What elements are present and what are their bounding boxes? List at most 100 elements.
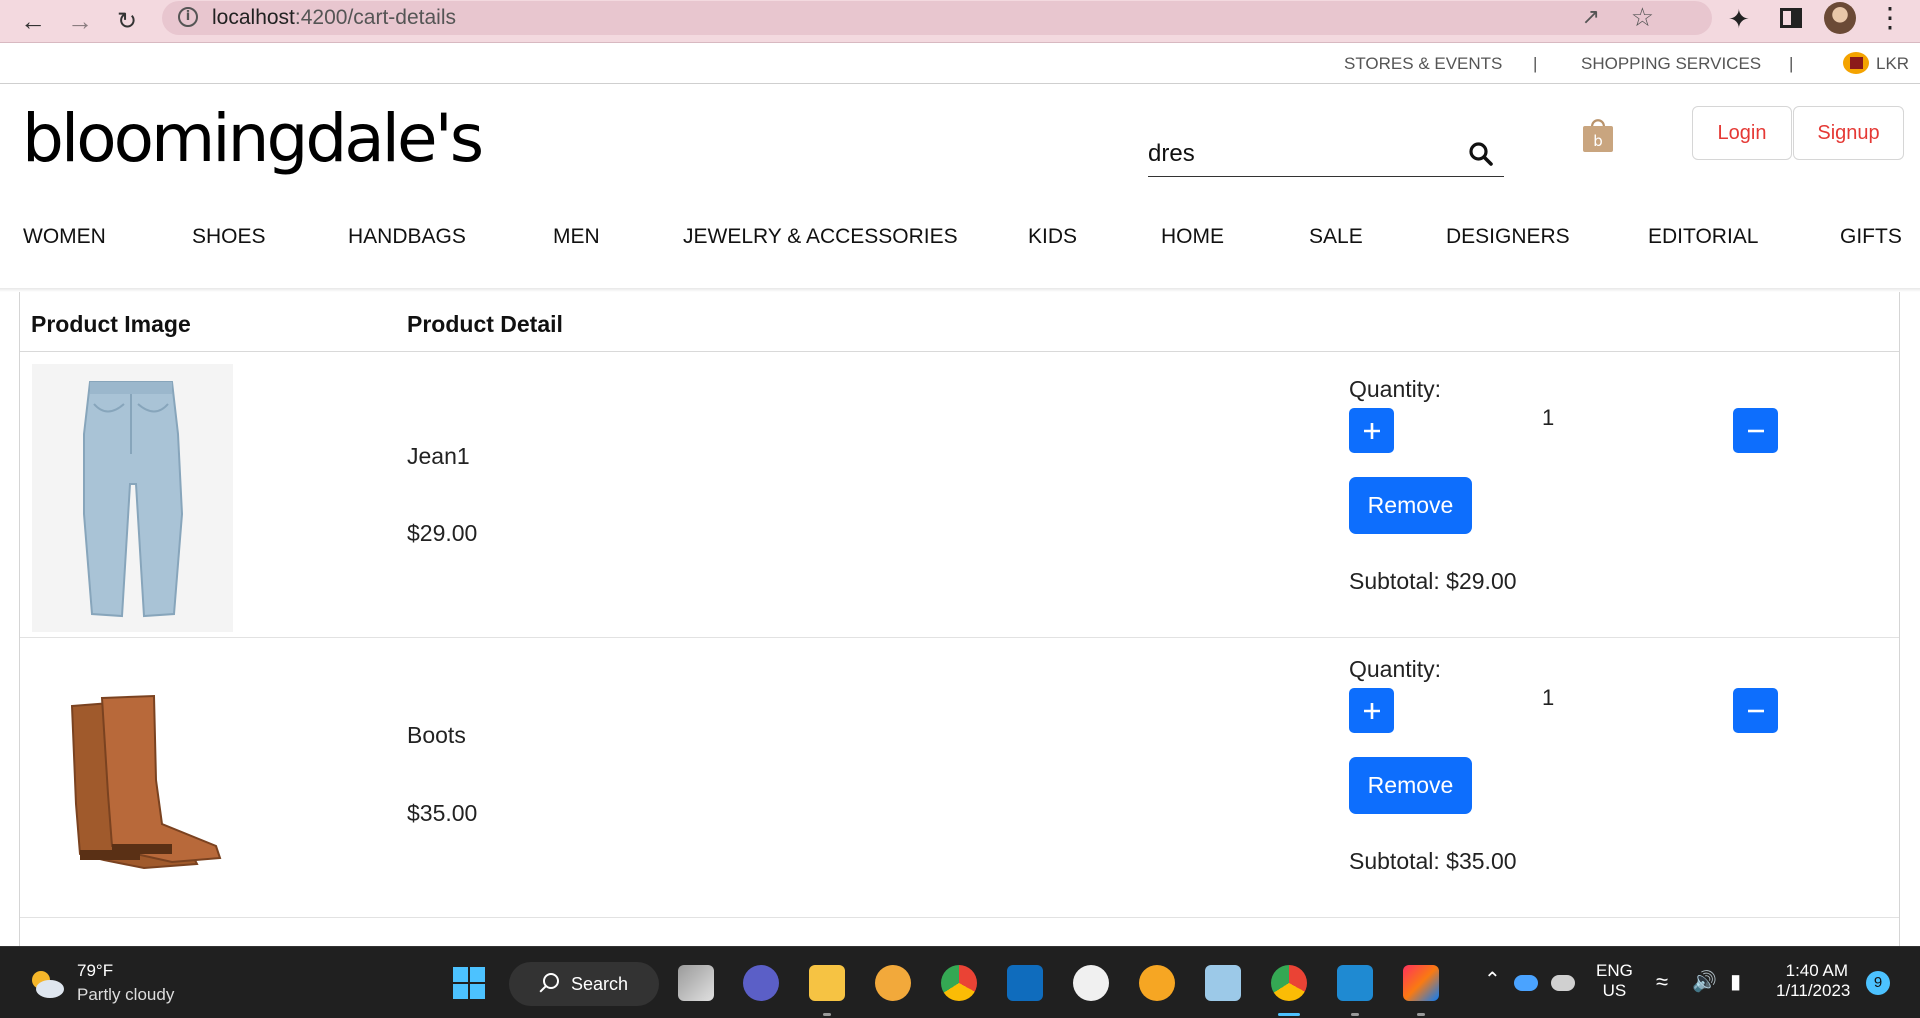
chevron-up-icon[interactable]: ⌃ [1484, 967, 1501, 992]
sri-lanka-flag-icon[interactable] [1843, 52, 1869, 74]
weather-description[interactable]: Partly cloudy [77, 985, 174, 1005]
app-active-indicator [1278, 1013, 1300, 1016]
subtotal: Subtotal: $29.00 [1349, 568, 1517, 594]
chrome-profile-icon[interactable] [1271, 965, 1307, 1001]
jeans-image [32, 364, 233, 632]
nav-sale[interactable]: SALE [1309, 225, 1363, 249]
nav-handbags[interactable]: HANDBAGS [348, 225, 466, 249]
partly-cloudy-icon[interactable] [26, 967, 66, 1001]
quantity-label: Quantity: [1349, 656, 1442, 682]
chrome-icon[interactable] [941, 965, 977, 1001]
bookmark-star-icon[interactable]: ☆ [1631, 2, 1654, 33]
profile-avatar[interactable] [1824, 2, 1856, 34]
minus-icon [1747, 709, 1764, 712]
onedrive-icon[interactable] [1514, 975, 1538, 991]
battery-icon[interactable]: ▮ [1730, 969, 1741, 994]
boots-image [32, 654, 233, 894]
url-text[interactable]: localhost:4200/cart-details [212, 6, 456, 30]
nav-shoes[interactable]: SHOES [192, 225, 266, 249]
decrease-quantity-button[interactable] [1733, 688, 1778, 733]
quantity-value: 1 [1542, 405, 1555, 430]
app-icon[interactable] [1205, 965, 1241, 1001]
product-price: $29.00 [407, 520, 478, 546]
subtotal: Subtotal: $35.00 [1349, 848, 1517, 874]
svg-text:b: b [1593, 132, 1603, 150]
stores-events-link[interactable]: STORES & EVENTS [1344, 54, 1502, 74]
vscode-icon[interactable] [1337, 965, 1373, 1001]
browser-menu-icon[interactable]: ⋮ [1876, 1, 1904, 34]
address-bar[interactable]: i localhost:4200/cart-details ↗ ☆ [162, 1, 1712, 35]
nav-jewelry-accessories[interactable]: JEWELRY & ACCESSORIES [683, 225, 958, 249]
wifi-icon[interactable]: ≈ [1656, 969, 1668, 995]
share-icon[interactable]: ↗ [1582, 4, 1600, 30]
app-mascot-icon[interactable] [875, 965, 911, 1001]
product-name: Jean1 [407, 443, 470, 469]
clock[interactable]: 1:40 AM 1/11/2023 [1776, 961, 1851, 1001]
table-row: Jean1 $29.00 Quantity: 1 Remove Subtotal… [20, 352, 1899, 638]
region-code: US [1602, 981, 1627, 1000]
windows-taskbar: 79°F Partly cloudy Search ⌃ ENG US ≈ 🔊 ▮… [0, 946, 1920, 1018]
product-name: Boots [407, 722, 466, 748]
decrease-quantity-button[interactable] [1733, 408, 1778, 453]
remove-button[interactable]: Remove [1349, 757, 1472, 814]
product-price: $35.00 [407, 800, 478, 826]
outlook-icon[interactable] [1007, 965, 1043, 1001]
currency-label[interactable]: LKR [1876, 54, 1909, 74]
browser-toolbar: ← → ↻ i localhost:4200/cart-details ↗ ☆ … [0, 0, 1920, 43]
nav-kids[interactable]: KIDS [1028, 225, 1077, 249]
weather-temperature[interactable]: 79°F [77, 961, 113, 981]
category-nav: WOMEN SHOES HANDBAGS MEN JEWELRY & ACCES… [0, 225, 1920, 265]
intellij-icon[interactable] [1403, 965, 1439, 1001]
reload-icon[interactable]: ↻ [110, 4, 144, 38]
plus-icon [1363, 422, 1380, 439]
table-row: Boots $35.00 Quantity: 1 Remove Subtotal… [20, 638, 1899, 918]
bloomingdales-logo[interactable]: bloomingdale's [22, 100, 484, 177]
nav-designers[interactable]: DESIGNERS [1446, 225, 1570, 249]
nav-gifts[interactable]: GIFTS [1840, 225, 1902, 249]
teams-chat-icon[interactable] [743, 965, 779, 1001]
plus-icon [1363, 702, 1380, 719]
login-button[interactable]: Login [1692, 106, 1792, 160]
security-app-icon[interactable] [1139, 965, 1175, 1001]
utility-separator: | [1533, 54, 1538, 73]
extensions-puzzle-icon[interactable]: ✦ [1728, 4, 1750, 35]
shopping-bag-icon[interactable]: b [1582, 115, 1614, 153]
app-running-indicator [1417, 1013, 1425, 1016]
signup-button[interactable]: Signup [1793, 106, 1904, 160]
taskbar-search-label: Search [571, 974, 629, 994]
forward-arrow-icon[interactable]: → [63, 4, 97, 38]
file-explorer-icon[interactable] [809, 965, 845, 1001]
search-input[interactable] [1148, 135, 1458, 173]
search-icon[interactable] [1468, 141, 1494, 167]
quantity-value: 1 [1542, 685, 1555, 710]
xbox-icon[interactable] [1073, 965, 1109, 1001]
site-info-icon[interactable]: i [178, 7, 198, 27]
utility-separator: | [1789, 54, 1794, 73]
remove-button[interactable]: Remove [1349, 477, 1472, 534]
back-arrow-icon[interactable]: ← [16, 4, 50, 38]
side-panel-icon[interactable] [1780, 8, 1802, 28]
nav-men[interactable]: MEN [553, 225, 600, 249]
clock-date: 1/11/2023 [1776, 981, 1851, 1000]
volume-icon[interactable]: 🔊 [1692, 969, 1717, 994]
search-bar [1148, 133, 1504, 177]
windows-start-icon[interactable] [451, 965, 487, 1001]
nav-women[interactable]: WOMEN [23, 225, 106, 249]
clock-time: 1:40 AM [1785, 961, 1848, 980]
nav-home[interactable]: HOME [1161, 225, 1224, 249]
utility-bar: STORES & EVENTS | SHOPPING SERVICES | LK… [0, 43, 1920, 84]
language-indicator[interactable]: ENG US [1596, 961, 1633, 1001]
search-icon [543, 973, 559, 989]
col-product-image: Product Image [31, 311, 191, 337]
increase-quantity-button[interactable] [1349, 408, 1394, 453]
language-code: ENG [1596, 961, 1633, 980]
nav-editorial[interactable]: EDITORIAL [1648, 225, 1758, 249]
cloud-icon[interactable] [1551, 975, 1575, 991]
increase-quantity-button[interactable] [1349, 688, 1394, 733]
notification-badge[interactable]: 9 [1866, 971, 1890, 995]
task-view-icon[interactable] [678, 965, 714, 1001]
shopping-services-link[interactable]: SHOPPING SERVICES [1581, 54, 1761, 74]
minus-icon [1747, 429, 1764, 432]
taskbar-search[interactable]: Search [509, 962, 659, 1006]
table-header: Product Image Product Detail [20, 292, 1899, 352]
